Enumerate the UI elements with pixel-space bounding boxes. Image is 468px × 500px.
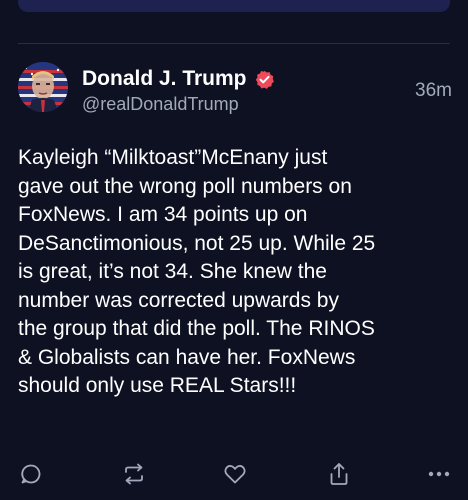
retruth-icon xyxy=(125,463,143,485)
author-handle[interactable]: @realDonaldTrump xyxy=(82,94,239,115)
avatar-photo-icon xyxy=(18,62,68,112)
like-button[interactable] xyxy=(222,461,248,487)
reply-icon xyxy=(21,464,41,484)
share-button[interactable] xyxy=(326,461,352,487)
author-avatar[interactable] xyxy=(18,62,68,112)
retruth-button[interactable] xyxy=(121,461,147,487)
previous-post-card[interactable] xyxy=(18,0,450,12)
post-actions-bar xyxy=(18,461,450,487)
post-divider xyxy=(18,43,450,44)
reply-button[interactable] xyxy=(18,461,44,487)
post-body-text: Kayleigh “Milktoast”McEnany just gave ou… xyxy=(18,146,376,397)
heart-icon xyxy=(224,464,246,484)
author-display-name[interactable]: Donald J. Trump xyxy=(82,67,247,91)
more-icon xyxy=(428,471,450,477)
more-options-button[interactable] xyxy=(426,461,452,487)
verified-badge-icon xyxy=(255,70,274,89)
share-icon xyxy=(330,463,348,485)
author-name-row[interactable]: Donald J. Trump xyxy=(82,66,274,92)
post-screen: Donald J. Trump @realDonaldTrump 36m Kay… xyxy=(0,0,468,500)
post-timestamp[interactable]: 36m xyxy=(415,80,452,102)
